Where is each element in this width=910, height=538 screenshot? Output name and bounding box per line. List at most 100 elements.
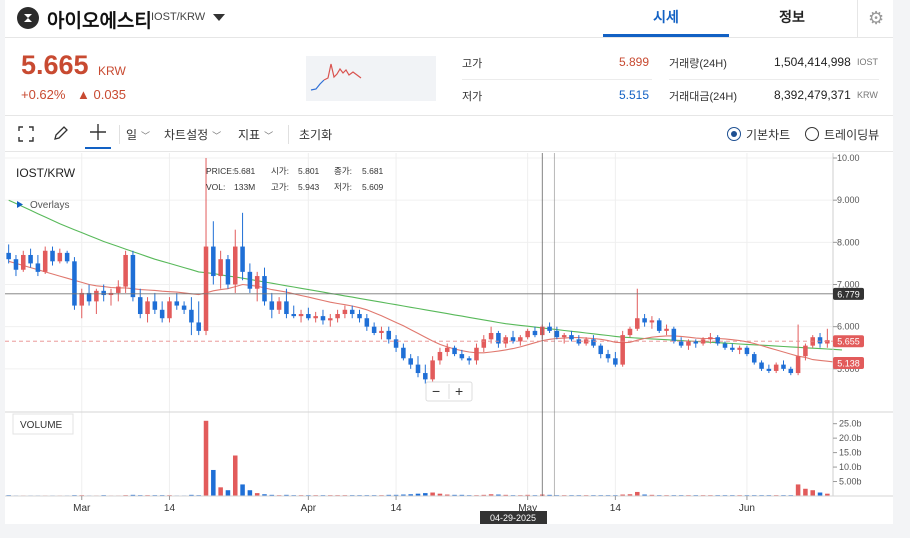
volume-tick-label: 20.0b (839, 433, 862, 443)
candle-body (240, 246, 245, 272)
settings-button[interactable]: ⚙ (857, 0, 893, 37)
candle-body (145, 301, 150, 315)
candle-body (715, 337, 720, 344)
trade-value-unit: KRW (857, 90, 878, 100)
candle-body (57, 252, 63, 262)
candle-body (386, 330, 392, 340)
candle-body (174, 301, 180, 306)
coin-selector-chevron-down-icon[interactable] (213, 14, 225, 21)
candle-body (751, 354, 757, 363)
chevron-down-icon: ﹀ (141, 131, 151, 141)
candle-body (94, 290, 99, 302)
basic-chart-radio[interactable] (727, 127, 741, 141)
tradingview-radio[interactable] (805, 127, 819, 141)
ohlc-vol: 133M (234, 182, 255, 192)
volume-bar (240, 484, 245, 496)
candle-body (181, 305, 187, 310)
candle-body (101, 290, 106, 296)
candle-body (532, 330, 538, 336)
time-tick-label: Apr (301, 503, 317, 514)
candle-body (79, 292, 85, 306)
ohlc-low-label: 저가: (334, 182, 352, 192)
candle-body (474, 347, 479, 361)
volume-bar (225, 490, 231, 496)
candle-body (459, 354, 465, 359)
price-tick-label: 9.000 (837, 195, 860, 205)
ohlc-legend: PRICE: 5.681 시가: 5.801 종가: 5.681 VOL: 13… (206, 166, 384, 192)
period-select[interactable]: 일 ﹀ (126, 126, 150, 143)
chart-settings-select[interactable]: 차트설정 ﹀ (164, 126, 221, 143)
candle-body (788, 368, 794, 374)
draw-button[interactable] (52, 125, 69, 145)
chevron-down-icon: ﹀ (212, 131, 222, 141)
ohlc-close: 5.681 (362, 166, 384, 176)
candle-body (254, 276, 260, 289)
volume-tick-label: 5.00b (839, 477, 862, 487)
candle-body (50, 250, 55, 262)
candle-body (247, 271, 253, 289)
price-tick-label: 6.000 (837, 322, 860, 332)
play-icon[interactable] (17, 201, 23, 208)
candle-body (423, 373, 428, 380)
candle-body (232, 246, 238, 285)
candle-body (298, 314, 304, 317)
volume-value: 1,504,414,998 (774, 55, 851, 69)
tab-market[interactable]: 시세 (603, 0, 729, 37)
candle-body (496, 332, 501, 344)
trade-value: 8,392,479,371 (774, 88, 851, 102)
zoom-out-button[interactable]: − (432, 383, 440, 399)
change-rate: +0.62% (21, 87, 66, 102)
mini-sparkline (306, 56, 436, 101)
volume-bar (635, 491, 640, 496)
candle-body (430, 360, 435, 380)
candle-body (130, 254, 136, 298)
candle-body (313, 316, 318, 319)
basic-chart-label[interactable]: 기본차트 (746, 126, 790, 143)
candle-body (503, 337, 508, 344)
candle-body (328, 318, 333, 321)
volume-bar (232, 455, 238, 496)
divider (669, 79, 879, 80)
candle-body (189, 309, 194, 323)
candle-body (393, 339, 399, 348)
candle-body (481, 339, 487, 348)
candle-body (196, 322, 201, 331)
candle-body (722, 343, 728, 348)
ohlc-vol-label: VOL: (206, 182, 225, 192)
candle-body (72, 261, 77, 306)
tradingview-label[interactable]: 트레이딩뷰 (824, 126, 879, 143)
candle-body (598, 345, 604, 355)
candle-body (605, 354, 611, 359)
trade-value-label: 거래대금(24H) (669, 91, 737, 103)
candle-body (569, 335, 574, 340)
candle-body (284, 301, 289, 315)
candle-body (379, 330, 384, 333)
candle-body (730, 347, 735, 350)
divider (119, 125, 120, 144)
fullscreen-button[interactable] (18, 126, 34, 145)
candle-body (620, 335, 625, 365)
price-marker-label: 5.138 (837, 359, 860, 369)
candle-body (371, 326, 377, 333)
volume-tick-label: 15.0b (839, 448, 862, 458)
zoom-in-button[interactable]: + (455, 383, 463, 399)
crosshair-button[interactable] (85, 123, 111, 149)
candle-body (444, 347, 450, 352)
candle-body (225, 259, 231, 285)
candle-body (561, 335, 567, 338)
candle-body (642, 318, 647, 323)
indicators-select[interactable]: 지표 ﹀ (238, 126, 273, 143)
candle-body (349, 309, 355, 315)
price-chart[interactable]: 10.009.0008.0007.0006.0005.00025.0b20.0b… (5, 153, 893, 524)
overlays-label[interactable]: Overlays (30, 200, 69, 211)
candle-body (452, 347, 457, 355)
ohlc-price-label: PRICE: (206, 166, 234, 176)
candle-body (401, 347, 406, 359)
ohlc-high: 5.943 (298, 182, 320, 192)
volume-bar (803, 488, 808, 496)
chart-canvas[interactable]: 10.009.0008.0007.0006.0005.00025.0b20.0b… (5, 153, 893, 524)
candle-body (627, 328, 633, 336)
reset-button[interactable]: 초기화 (299, 126, 332, 143)
pencil-icon (54, 126, 68, 140)
tab-info[interactable]: 정보 (729, 0, 855, 37)
